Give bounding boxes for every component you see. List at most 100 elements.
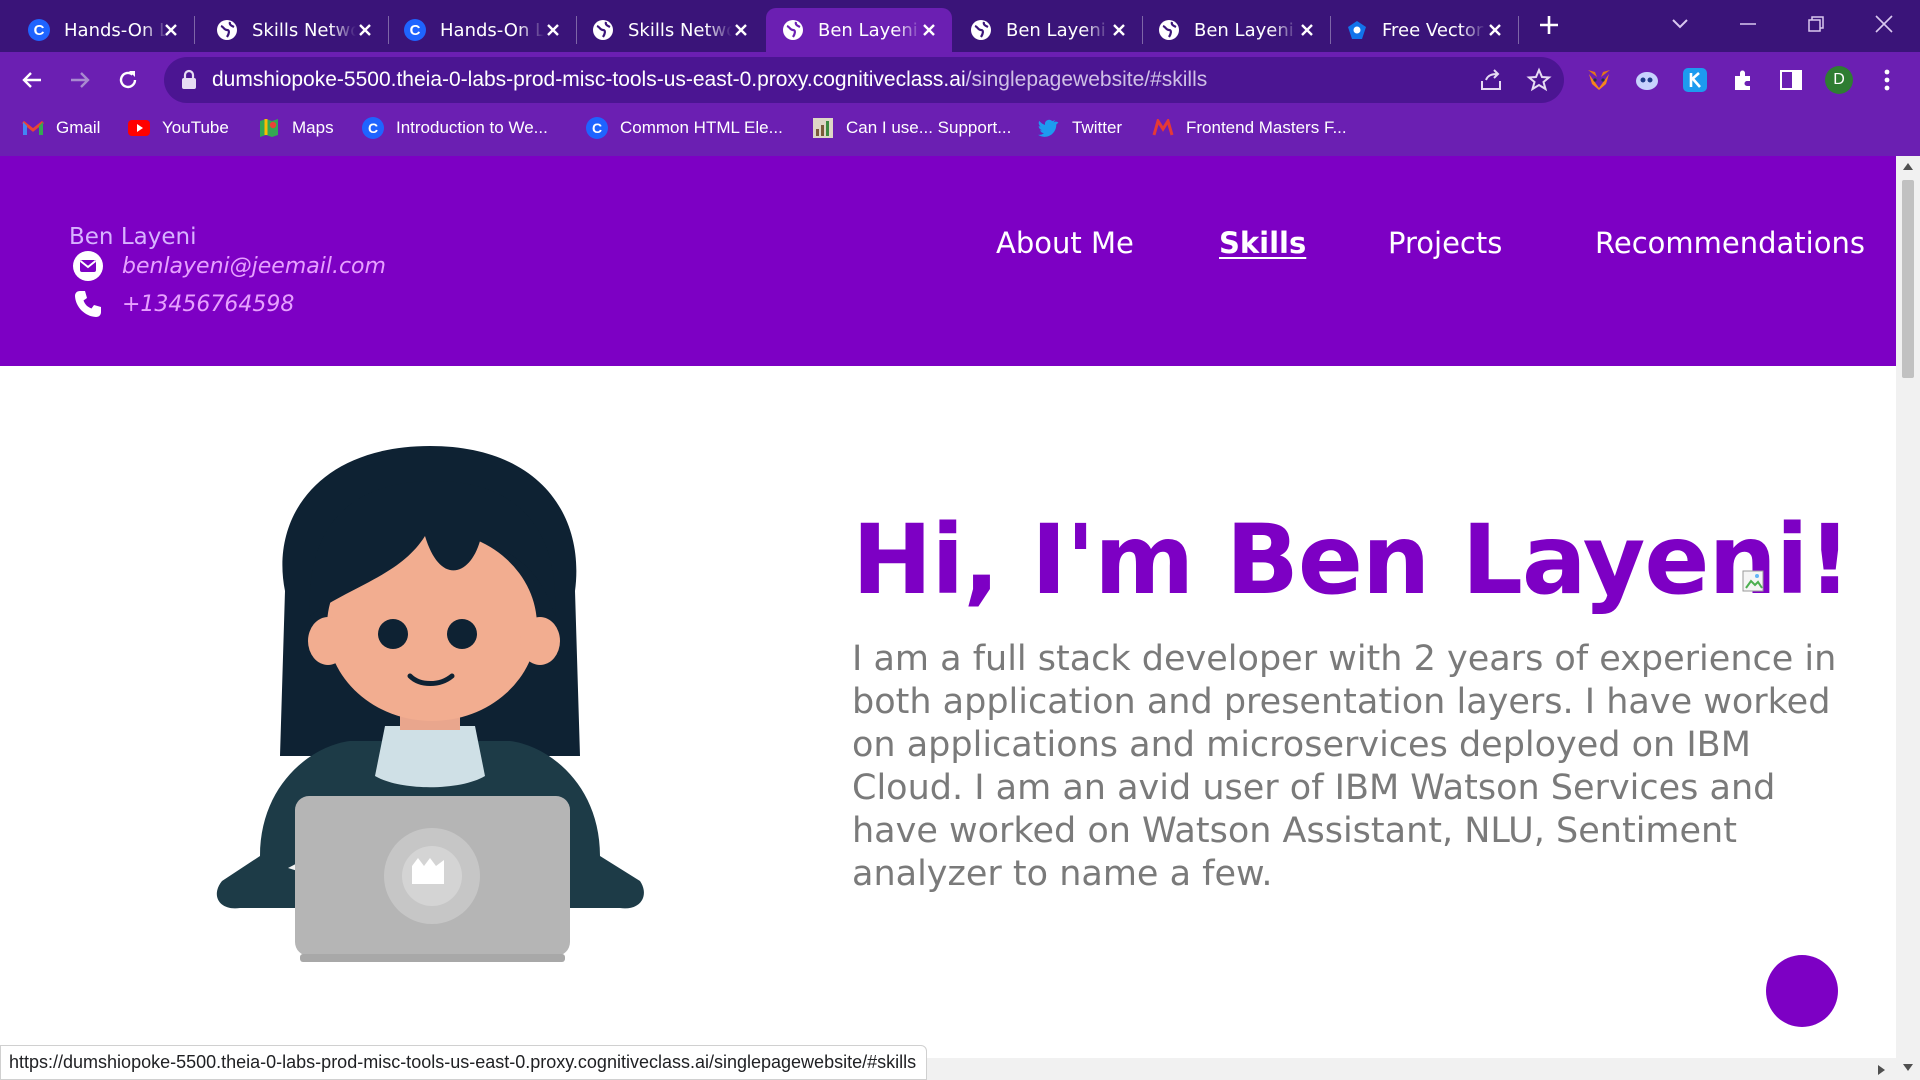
close-icon[interactable] xyxy=(1108,19,1130,41)
tab-title: Ben Layeni xyxy=(1006,19,1106,41)
site-nav: About Me Skills Projects Recommendations xyxy=(0,226,1896,266)
close-icon[interactable] xyxy=(542,19,564,41)
bookmark-twitter[interactable]: Twitter xyxy=(1038,114,1122,142)
gmail-icon xyxy=(22,117,44,139)
cognitiveclass-c-icon: C xyxy=(586,117,608,139)
scrollbar-thumb[interactable] xyxy=(1902,180,1914,378)
phone-icon xyxy=(72,288,104,320)
floating-action-button[interactable] xyxy=(1766,955,1838,1027)
tab[interactable]: C Hands-On L xyxy=(12,8,195,52)
url-text[interactable]: dumshiopoke-5500.theia-0-labs-prod-misc-… xyxy=(212,68,1207,92)
bookmark-can-i-use[interactable]: Can I use... Support... xyxy=(812,114,1011,142)
tab-separator xyxy=(1518,16,1519,44)
more-menu-icon[interactable] xyxy=(1872,65,1902,95)
k-extension-icon[interactable] xyxy=(1680,65,1710,95)
tab-title: Hands-On L xyxy=(440,19,544,41)
tab[interactable]: C Hands-On L xyxy=(388,8,577,52)
bookmark-label: Introduction to We... xyxy=(396,118,548,137)
restore-button[interactable] xyxy=(1802,10,1830,38)
hero-title: Hi, I'm Ben Layeni! xyxy=(852,504,1851,616)
maps-icon xyxy=(258,117,280,139)
youtube-icon xyxy=(128,117,150,139)
globe-icon xyxy=(216,19,238,41)
nav-link-projects[interactable]: Projects xyxy=(1388,226,1502,260)
globe-icon xyxy=(1158,19,1180,41)
scroll-up-arrow-icon[interactable] xyxy=(1903,162,1913,170)
globe-icon xyxy=(592,19,614,41)
scroll-right-arrow-icon[interactable] xyxy=(1878,1065,1886,1075)
bookmark-youtube[interactable]: YouTube xyxy=(128,114,229,142)
tab-strip: C Hands-On L Skills Netwo C Hands-On L S… xyxy=(0,0,1920,52)
close-icon[interactable] xyxy=(1484,19,1506,41)
close-icon[interactable] xyxy=(160,19,182,41)
tab[interactable]: Ben Layeni xyxy=(954,8,1143,52)
freepik-icon xyxy=(1346,19,1368,41)
hero-bio: I am a full stack developer with 2 years… xyxy=(852,639,1837,894)
bookmark-star-icon[interactable] xyxy=(1526,67,1552,93)
profile-avatar[interactable]: D xyxy=(1824,65,1854,95)
bookmark-introduction-to-web[interactable]: C Introduction to We... xyxy=(362,114,548,142)
phone-contact[interactable]: +13456764598 xyxy=(72,288,294,320)
reload-button[interactable] xyxy=(110,62,146,98)
bookmark-label: Gmail xyxy=(56,118,101,137)
broken-image-icon xyxy=(1742,570,1766,594)
bookmark-label: Frontend Masters F... xyxy=(1186,118,1347,137)
close-window-button[interactable] xyxy=(1870,10,1898,38)
tab-title: Ben Layeni xyxy=(1194,19,1294,41)
bookmark-label: Common HTML Ele... xyxy=(620,118,783,137)
cognitiveclass-c-icon: C xyxy=(362,117,384,139)
nav-link-recommendations[interactable]: Recommendations xyxy=(1595,226,1865,260)
web-page: Ben Layeni benlayeni@jeemail.com +134567… xyxy=(0,156,1896,1080)
url-path: /singlepagewebsite/#skills xyxy=(965,68,1208,91)
ghost-extension-icon[interactable] xyxy=(1632,65,1662,95)
minimize-button[interactable] xyxy=(1734,10,1762,38)
link-status-bubble: https://dumshiopoke-5500.theia-0-labs-pr… xyxy=(0,1045,928,1080)
bookmark-label: Maps xyxy=(292,118,334,137)
tab[interactable]: Free Vector xyxy=(1330,8,1519,52)
share-icon[interactable] xyxy=(1478,67,1504,93)
metamask-fox-icon[interactable] xyxy=(1584,65,1614,95)
bookmark-gmail[interactable]: Gmail xyxy=(22,114,100,142)
profile-initial: D xyxy=(1833,71,1845,88)
side-panel-icon[interactable] xyxy=(1776,65,1806,95)
tab[interactable]: Ben Layeni xyxy=(1142,8,1331,52)
close-icon[interactable] xyxy=(730,19,752,41)
tab[interactable]: Skills Netwo xyxy=(200,8,389,52)
nav-link-skills[interactable]: Skills xyxy=(1219,226,1306,260)
tab-search-chevron-down-icon[interactable] xyxy=(1666,10,1694,38)
frontendmasters-icon xyxy=(1152,117,1174,139)
address-bar[interactable]: dumshiopoke-5500.theia-0-labs-prod-misc-… xyxy=(164,57,1564,103)
close-icon[interactable] xyxy=(918,19,940,41)
vertical-scrollbar[interactable] xyxy=(1896,156,1920,1080)
bookmark-frontend-masters[interactable]: Frontend Masters F... xyxy=(1152,114,1347,142)
back-button[interactable] xyxy=(14,62,50,98)
puzzle-extensions-icon[interactable] xyxy=(1728,65,1758,95)
lock-icon[interactable] xyxy=(180,69,198,95)
phone-text[interactable]: +13456764598 xyxy=(122,292,294,317)
twitter-icon xyxy=(1038,117,1060,139)
tab-title: Skills Netwo xyxy=(628,19,732,41)
bookmark-common-html-elements[interactable]: C Common HTML Ele... xyxy=(586,114,783,142)
bookmark-label: YouTube xyxy=(162,118,229,137)
tab-title: Hands-On L xyxy=(64,19,168,41)
bookmark-maps[interactable]: Maps xyxy=(258,114,334,142)
scroll-down-arrow-icon[interactable] xyxy=(1903,1064,1913,1072)
caniuse-icon xyxy=(812,117,834,139)
bookmarks-bar: Gmail YouTube Maps C Introduction to We.… xyxy=(0,108,1920,148)
new-tab-button[interactable] xyxy=(1536,12,1562,38)
cognitiveclass-c-icon: C xyxy=(28,19,50,41)
nav-link-about-me[interactable]: About Me xyxy=(996,226,1134,260)
forward-button[interactable] xyxy=(62,62,98,98)
tab-active[interactable]: Ben Layeni xyxy=(766,8,952,52)
close-icon[interactable] xyxy=(354,19,376,41)
tab-title: Free Vector xyxy=(1382,19,1484,41)
tab-title: Ben Layeni xyxy=(818,19,918,41)
url-host: dumshiopoke-5500.theia-0-labs-prod-misc-… xyxy=(212,68,966,91)
tab-title: Skills Netwo xyxy=(252,19,356,41)
tab-separator xyxy=(194,16,195,44)
tab[interactable]: Skills Netwo xyxy=(576,8,764,52)
bookmark-label: Twitter xyxy=(1072,118,1123,137)
browser-toolbar: dumshiopoke-5500.theia-0-labs-prod-misc-… xyxy=(0,52,1920,156)
close-icon[interactable] xyxy=(1296,19,1318,41)
globe-icon xyxy=(782,19,804,41)
